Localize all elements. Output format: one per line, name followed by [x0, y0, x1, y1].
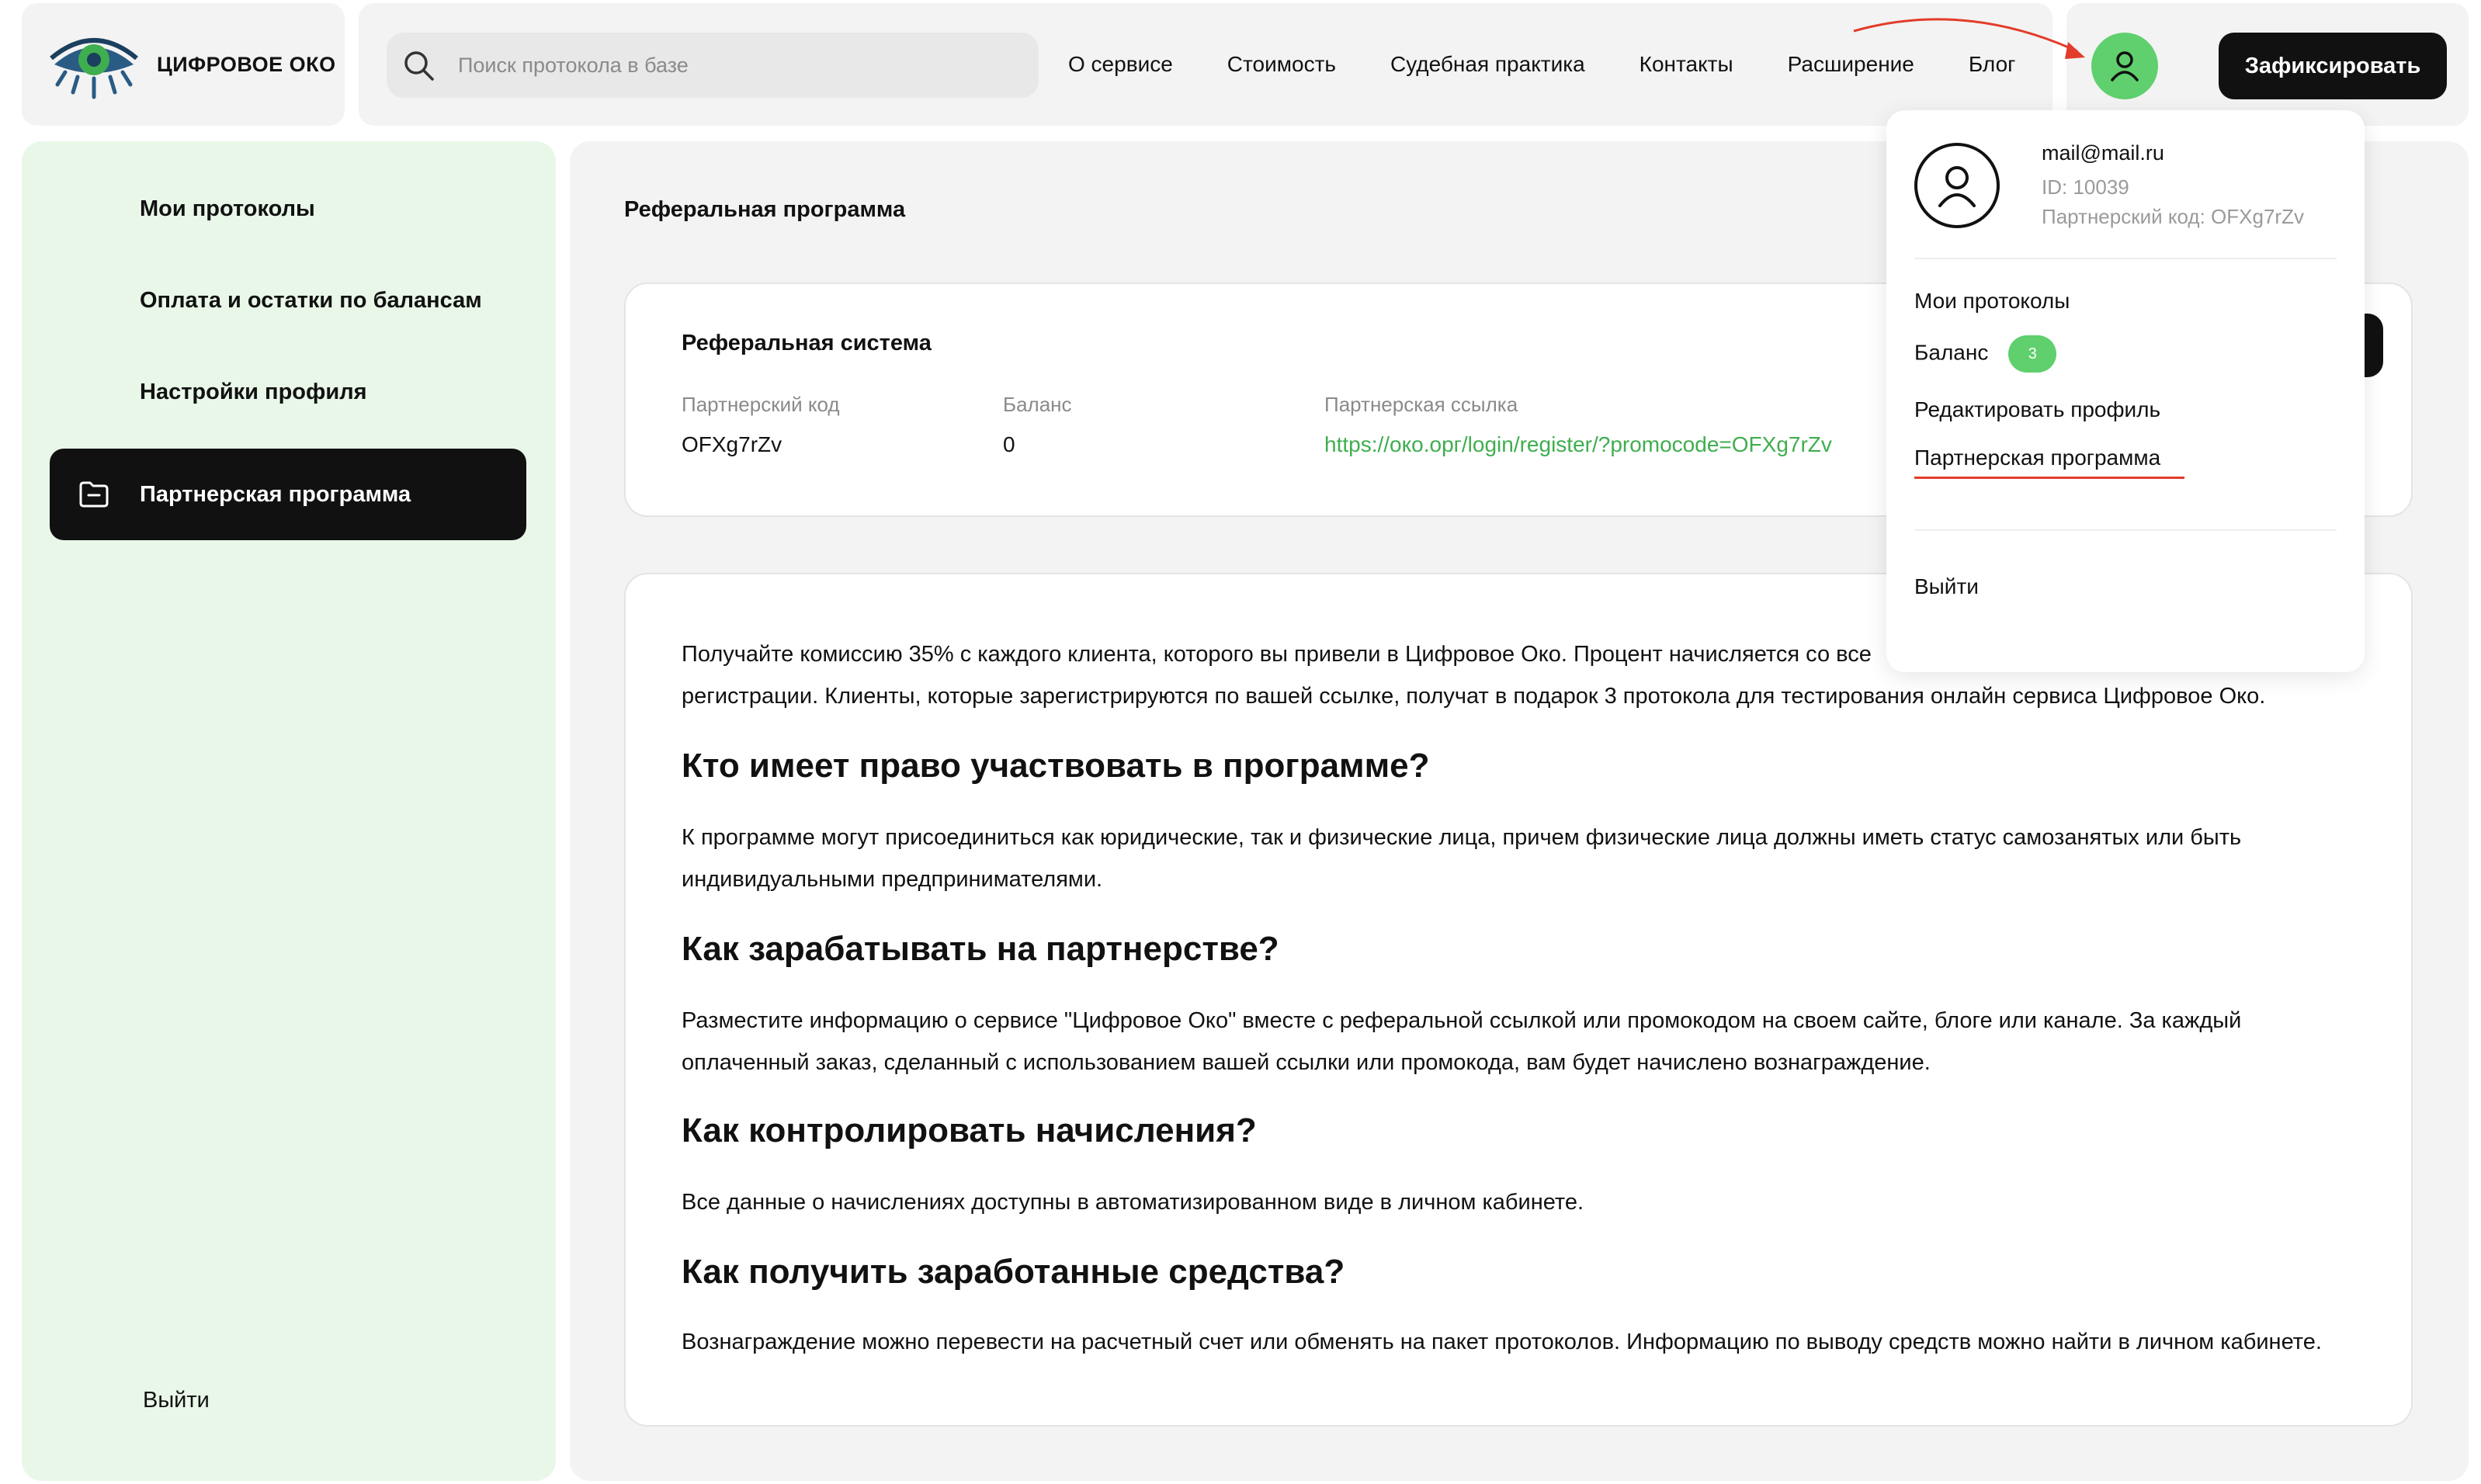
- top-navigation: О сервисе Стоимость Судебная практика Ко…: [359, 3, 2052, 126]
- user-controls: Зафиксировать: [2066, 3, 2469, 126]
- sidebar-item-payments[interactable]: Оплата и остатки по балансам: [22, 255, 556, 346]
- info-paragraph: Вознаграждение можно перевести на расчет…: [682, 1330, 2322, 1354]
- eye-logo-icon: [50, 38, 138, 99]
- partner-link[interactable]: https://око.орг/login/register/?promocod…: [1324, 432, 1832, 457]
- info-paragraph: Разместите информацию о сервисе "Цифрово…: [682, 1008, 2242, 1033]
- sidebar-item-label: Настройки профиля: [140, 379, 367, 404]
- user-icon: [2111, 51, 2139, 81]
- brand-name: ЦИФРОВОЕ ОКО: [157, 52, 336, 76]
- partner-link-field: Партнерская ссылка https://око.орг/login…: [1324, 393, 1832, 457]
- info-paragraph: регистрации. Клиенты, которые зарегистри…: [682, 684, 2266, 709]
- profile-dropdown: mail@mail.ru ID: 10039 Партнерский код: …: [1886, 110, 2365, 672]
- page-title: Реферальная программа: [624, 197, 906, 222]
- nav-link-court-practice[interactable]: Судебная практика: [1390, 52, 1585, 77]
- info-heading: Кто имеет право участвовать в программе?: [682, 747, 1430, 785]
- user-icon: [1938, 166, 1976, 207]
- record-button[interactable]: Зафиксировать: [2219, 33, 2447, 99]
- info-heading: Как контролировать начисления?: [682, 1111, 1257, 1149]
- dropdown-item-protocols[interactable]: Мои протоколы: [1914, 289, 2070, 314]
- info-heading: Как зарабатывать на партнерстве?: [682, 930, 1279, 968]
- info-heading: Как получить заработанные средства?: [682, 1253, 1345, 1291]
- info-paragraph: Все данные о начислениях доступны в авто…: [682, 1190, 1584, 1215]
- sidebar-item-label: Мои протоколы: [140, 196, 315, 221]
- info-paragraph: оплаченный заказ, сделанный с использова…: [682, 1050, 1931, 1075]
- nav-link-pricing[interactable]: Стоимость: [1227, 52, 1336, 77]
- balance-value: 0: [1003, 432, 1015, 456]
- info-paragraph: К программе могут присоединиться как юри…: [682, 825, 2242, 850]
- sidebar-item-partner-program[interactable]: Партнерская программа: [50, 449, 526, 540]
- dropdown-item-logout[interactable]: Выйти: [1914, 574, 1979, 599]
- dropdown-divider: [1914, 529, 2337, 531]
- sidebar-item-profile-settings[interactable]: Настройки профиля: [22, 346, 556, 438]
- sidebar-item-protocols[interactable]: Мои протоколы: [22, 163, 556, 255]
- dropdown-item-partner-program[interactable]: Партнерская программа: [1914, 446, 2160, 470]
- nav-link-contacts[interactable]: Контакты: [1640, 52, 1733, 77]
- dropdown-email: mail@mail.ru: [2042, 141, 2164, 165]
- annotation-underline: [1914, 477, 2184, 479]
- sidebar: Мои протоколы Оплата и остатки по баланс…: [22, 141, 556, 1481]
- search-input[interactable]: [458, 53, 1001, 78]
- info-paragraph: индивидуальными предпринимателями.: [682, 867, 1103, 892]
- dropdown-item-edit-profile[interactable]: Редактировать профиль: [1914, 397, 2160, 422]
- annotation-arrow-icon: [1853, 18, 2085, 59]
- partner-code-field: Партнерский код OFXg7rZv: [682, 393, 840, 457]
- folder-icon: [79, 481, 109, 508]
- brand-logo[interactable]: ЦИФРОВОЕ ОКО: [22, 3, 345, 126]
- search-bar[interactable]: [387, 33, 1039, 98]
- sidebar-logout-link[interactable]: Выйти: [143, 1388, 210, 1413]
- partner-code-value: OFXg7rZv: [682, 432, 782, 456]
- balance-label: Баланс: [1003, 393, 1072, 416]
- sidebar-item-label: Оплата и остатки по балансам: [140, 287, 482, 313]
- search-icon: [404, 51, 434, 81]
- dropdown-partner-code: Партнерский код: OFXg7rZv: [2042, 205, 2304, 228]
- partner-link-label: Партнерская ссылка: [1324, 393, 1518, 416]
- dropdown-item-balance[interactable]: Баланс 3: [1914, 335, 2057, 373]
- program-info-card: Получайте комиссию 35% с каждого клиента…: [624, 573, 2413, 1427]
- dropdown-divider: [1914, 258, 2337, 259]
- dropdown-avatar: [1914, 143, 2000, 228]
- dropdown-user-id: ID: 10039: [2042, 175, 2129, 199]
- balance-badge: 3: [2008, 335, 2057, 373]
- nav-link-about[interactable]: О сервисе: [1068, 52, 1173, 77]
- partner-code-label: Партнерский код: [682, 393, 840, 416]
- dropdown-item-label: Баланс: [1914, 340, 1989, 365]
- sidebar-item-label: Партнерская программа: [140, 481, 411, 507]
- balance-field: Баланс 0: [1003, 393, 1072, 457]
- referral-card-title: Реферальная система: [682, 331, 932, 355]
